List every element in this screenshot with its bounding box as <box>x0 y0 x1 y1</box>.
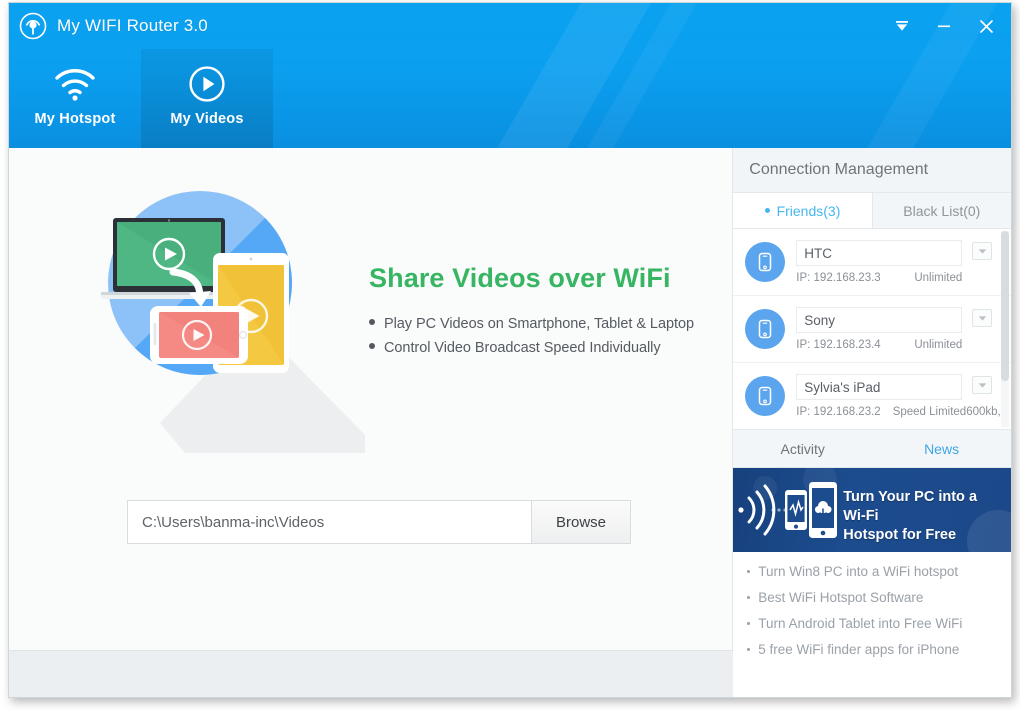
friend-dropdown-button[interactable] <box>972 309 992 327</box>
hero-bullet-item: Play PC Videos on Smartphone, Tablet & L… <box>369 316 694 332</box>
video-folder-row: Browse <box>127 500 631 544</box>
bullet-dot-icon <box>369 318 375 325</box>
news-item[interactable]: 5 free WiFi finder apps for iPhone <box>747 642 1011 657</box>
friend-dropdown-button[interactable] <box>972 376 992 394</box>
friend-name-input[interactable] <box>796 374 963 400</box>
activity-news-tab-bar: Activity News <box>733 429 1011 468</box>
news-item-label: Turn Win8 PC into a WiFi hotspot <box>758 564 959 579</box>
hero-text: Share Videos over WiFi Play PC Videos on… <box>369 263 694 364</box>
tab-news[interactable]: News <box>872 430 1011 467</box>
promo-line-1: Turn Your PC into a Wi-Fi <box>843 489 978 524</box>
promo-line-2: Hotspot for Free <box>843 527 957 543</box>
news-item[interactable]: Best WiFi Hotspot Software <box>747 590 1011 605</box>
friend-dropdown-button[interactable] <box>972 242 992 260</box>
tab-my-hotspot-label: My Hotspot <box>34 111 116 127</box>
news-item-label: Turn Android Tablet into Free WiFi <box>758 616 963 631</box>
minimize-to-tray-button[interactable] <box>881 7 923 45</box>
bullet-dot-icon <box>369 342 375 349</box>
friend-ip: IP: 192.168.23.4 <box>796 339 881 351</box>
friend-ip: IP: 192.168.23.2 <box>796 406 881 418</box>
friend-meta: IP: 192.168.23.3 Unlimited <box>796 272 962 284</box>
friend-fields: IP: 192.168.23.4 Unlimited <box>796 307 963 351</box>
tab-my-videos-label: My Videos <box>170 111 244 127</box>
connection-tab-bar: Friends(3) Black List(0) <box>733 193 1011 229</box>
main-tab-bar: My Hotspot My Videos <box>9 49 273 148</box>
browse-button[interactable]: Browse <box>531 500 631 544</box>
friend-speed-limit: Unlimited <box>914 272 963 284</box>
bullet-dot-icon <box>747 570 751 573</box>
minimize-button[interactable] <box>923 7 965 45</box>
app-header: My WIFI Router 3.0 My Hotspot My Videos <box>9 3 1011 148</box>
news-item[interactable]: Turn Win8 PC into a WiFi hotspot <box>747 564 1011 579</box>
wifi-signal-icon <box>53 63 97 105</box>
news-item-label: 5 free WiFi finder apps for iPhone <box>758 642 960 657</box>
phone-device-icon <box>745 242 786 282</box>
friend-name-input[interactable] <box>796 240 963 266</box>
tab-my-videos[interactable]: My Videos <box>141 49 273 148</box>
promo-banner[interactable]: Turn Your PC into a Wi-Fi Hotspot for Fr… <box>733 468 1011 552</box>
friend-list-scrollbar-thumb[interactable] <box>1001 231 1009 381</box>
side-panel: Connection Management Friends(3) Black L… <box>733 148 1011 697</box>
friend-fields: IP: 192.168.23.3 Unlimited <box>796 240 963 284</box>
tab-black-list-label: Black List(0) <box>903 202 981 219</box>
play-circle-icon <box>188 63 226 105</box>
connection-management-header: Connection Management <box>733 148 1011 193</box>
active-dot-icon <box>764 208 770 213</box>
tab-activity[interactable]: Activity <box>733 430 872 467</box>
friend-fields: IP: 192.168.23.2 Speed Limited600kb, <box>796 374 1001 418</box>
close-button[interactable] <box>965 7 1007 45</box>
promo-banner-text: Turn Your PC into a Wi-Fi Hotspot for Fr… <box>843 488 1003 545</box>
app-window: My WIFI Router 3.0 My Hotspot My Videos … <box>8 2 1012 698</box>
hero-bullet-list: Play PC Videos on Smartphone, Tablet & L… <box>369 316 694 356</box>
news-item[interactable]: Turn Android Tablet into Free WiFi <box>747 616 1011 631</box>
friend-speed-limit: Speed Limited600kb, <box>892 406 1001 418</box>
wifi-router-logo-icon <box>19 12 47 40</box>
friend-ip: IP: 192.168.23.3 <box>796 272 881 284</box>
friend-speed-limit: Unlimited <box>914 339 963 351</box>
hero-section: Share Videos over WiFi Play PC Videos on… <box>9 148 734 478</box>
app-title: My WIFI Router 3.0 <box>57 16 208 35</box>
hero-bullet-label: Control Video Broadcast Speed Individual… <box>384 339 661 356</box>
friend-name-input[interactable] <box>796 307 963 333</box>
bullet-dot-icon <box>747 596 751 599</box>
friend-row[interactable]: IP: 192.168.23.4 Unlimited <box>733 296 1011 363</box>
friend-row[interactable]: IP: 192.168.23.3 Unlimited <box>733 229 1011 296</box>
phone-device-icon <box>745 376 786 416</box>
tab-friends[interactable]: Friends(3) <box>733 193 872 228</box>
phone-device-icon <box>745 309 786 349</box>
body: Share Videos over WiFi Play PC Videos on… <box>9 148 1011 697</box>
tab-friends-label: Friends(3) <box>776 202 841 219</box>
hero-bullet-item: Control Video Broadcast Speed Individual… <box>369 340 694 356</box>
news-list: Turn Win8 PC into a WiFi hotspot Best Wi… <box>733 552 1011 668</box>
tab-black-list[interactable]: Black List(0) <box>871 193 1011 228</box>
window-controls <box>881 3 1007 49</box>
hero-bullet-label: Play PC Videos on Smartphone, Tablet & L… <box>384 315 694 332</box>
news-item-label: Best WiFi Hotspot Software <box>758 590 924 605</box>
video-folder-input[interactable] <box>127 500 532 544</box>
main-content: Share Videos over WiFi Play PC Videos on… <box>9 148 734 697</box>
friend-meta: IP: 192.168.23.2 Speed Limited600kb, <box>796 406 1000 418</box>
friend-row[interactable]: IP: 192.168.23.2 Speed Limited600kb, <box>733 363 1011 429</box>
bullet-dot-icon <box>747 622 751 625</box>
tab-my-hotspot[interactable]: My Hotspot <box>9 49 141 148</box>
share-videos-devices-illustration <box>65 173 365 453</box>
title-bar: My WIFI Router 3.0 <box>9 3 1011 49</box>
status-bar <box>9 650 734 697</box>
page-title: Share Videos over WiFi <box>369 262 671 293</box>
friend-list[interactable]: IP: 192.168.23.3 Unlimited <box>733 229 1011 429</box>
friend-meta: IP: 192.168.23.4 Unlimited <box>796 339 962 351</box>
bullet-dot-icon <box>747 648 751 651</box>
